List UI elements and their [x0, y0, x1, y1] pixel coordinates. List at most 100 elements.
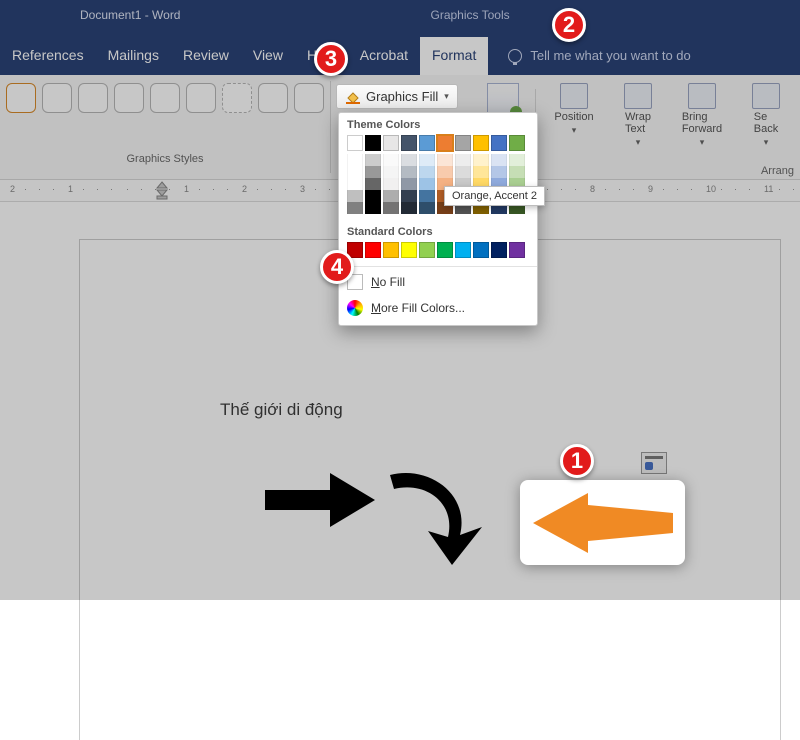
- step-badge-2: 2: [552, 8, 586, 42]
- theme-colors-header: Theme Colors: [339, 113, 537, 135]
- color-swatch[interactable]: [437, 154, 453, 166]
- send-backward-icon: [752, 83, 780, 109]
- group-label-arrange: Arrang: [761, 165, 794, 177]
- color-swatch[interactable]: [419, 154, 435, 166]
- more-colors-item[interactable]: More Fill Colors...: [339, 295, 537, 321]
- color-swatch[interactable]: [383, 202, 399, 214]
- color-swatch[interactable]: [473, 166, 489, 178]
- color-swatch[interactable]: [365, 166, 381, 178]
- tab-references[interactable]: References: [0, 37, 96, 75]
- send-backward-button[interactable]: Se Back ▾: [740, 83, 792, 177]
- color-swatch[interactable]: [455, 242, 471, 258]
- ruler-tick: 11: [764, 184, 773, 194]
- standard-color-row: [339, 242, 537, 264]
- graphics-fill-button[interactable]: Graphics Fill ▾: [336, 84, 458, 109]
- color-swatch[interactable]: [419, 190, 435, 202]
- color-swatch[interactable]: [401, 166, 417, 178]
- color-swatch[interactable]: [491, 135, 507, 151]
- ruler-tick: 1: [184, 184, 189, 194]
- color-swatch[interactable]: [419, 135, 435, 151]
- group-label-styles: Graphics Styles: [6, 153, 324, 165]
- color-swatch[interactable]: [347, 190, 363, 202]
- color-swatch[interactable]: [509, 166, 525, 178]
- color-swatch[interactable]: [383, 178, 399, 190]
- color-swatch[interactable]: [401, 135, 417, 151]
- color-swatch[interactable]: [491, 166, 507, 178]
- standard-colors-header: Standard Colors: [339, 220, 537, 242]
- color-swatch[interactable]: [419, 242, 435, 258]
- color-swatch[interactable]: [365, 202, 381, 214]
- no-fill-item[interactable]: No Fill: [339, 269, 537, 295]
- style-thumb[interactable]: [78, 83, 108, 113]
- style-thumb[interactable]: [222, 83, 252, 113]
- color-swatch[interactable]: [347, 135, 363, 151]
- color-swatch[interactable]: [509, 154, 525, 166]
- color-swatch[interactable]: [491, 154, 507, 166]
- shape-arrows: [260, 445, 520, 570]
- color-swatch[interactable]: [347, 202, 363, 214]
- color-swatch[interactable]: [401, 190, 417, 202]
- color-swatch[interactable]: [365, 135, 381, 151]
- color-swatch[interactable]: [455, 154, 471, 166]
- style-thumb[interactable]: [294, 83, 324, 113]
- color-swatch[interactable]: [347, 178, 363, 190]
- step-badge-3: 3: [314, 42, 348, 76]
- style-thumb[interactable]: [114, 83, 144, 113]
- color-swatch[interactable]: [365, 190, 381, 202]
- color-swatch[interactable]: [401, 154, 417, 166]
- tab-format[interactable]: Format: [420, 37, 488, 75]
- bring-forward-label: Bring Forward: [682, 111, 722, 135]
- color-swatch[interactable]: [473, 242, 489, 258]
- color-swatch[interactable]: [455, 166, 471, 178]
- color-swatch[interactable]: [383, 135, 399, 151]
- ruler-tick: 10: [706, 184, 716, 194]
- color-swatch[interactable]: [383, 242, 399, 258]
- tab-mailings[interactable]: Mailings: [96, 37, 171, 75]
- color-swatch[interactable]: [437, 135, 453, 151]
- tab-review[interactable]: Review: [171, 37, 241, 75]
- color-swatch[interactable]: [419, 166, 435, 178]
- color-swatch[interactable]: [509, 242, 525, 258]
- bring-forward-button[interactable]: Bring Forward ▾: [676, 83, 728, 177]
- lightbulb-icon: [508, 49, 522, 63]
- color-swatch[interactable]: [401, 242, 417, 258]
- color-swatch[interactable]: [347, 154, 363, 166]
- color-swatch[interactable]: [383, 166, 399, 178]
- position-button[interactable]: Position ▾: [548, 83, 600, 177]
- indent-marker-icon[interactable]: [155, 180, 169, 200]
- color-swatch[interactable]: [365, 154, 381, 166]
- fill-color-panel: Theme Colors Standard Colors No Fill Mor…: [338, 112, 538, 326]
- layout-options-icon[interactable]: [641, 452, 667, 474]
- color-swatch[interactable]: [455, 135, 471, 151]
- tell-me-search[interactable]: Tell me what you want to do: [508, 48, 690, 75]
- style-thumb[interactable]: [150, 83, 180, 113]
- step-badge-4: 4: [320, 250, 354, 284]
- style-thumb[interactable]: [42, 83, 72, 113]
- chevron-down-icon: ▾: [700, 137, 705, 148]
- color-swatch[interactable]: [509, 135, 525, 151]
- color-swatch[interactable]: [365, 178, 381, 190]
- color-swatch[interactable]: [401, 202, 417, 214]
- tab-acrobat[interactable]: Acrobat: [348, 37, 420, 75]
- color-swatch[interactable]: [419, 202, 435, 214]
- tab-view[interactable]: View: [241, 37, 295, 75]
- selected-shape[interactable]: [520, 480, 685, 565]
- color-swatch[interactable]: [419, 178, 435, 190]
- color-swatch[interactable]: [473, 135, 489, 151]
- color-swatch[interactable]: [401, 178, 417, 190]
- color-swatch[interactable]: [365, 242, 381, 258]
- wrap-text-button[interactable]: Wrap Text ▾: [612, 83, 664, 177]
- color-swatch[interactable]: [473, 154, 489, 166]
- color-swatch[interactable]: [437, 242, 453, 258]
- theme-color-row: [339, 135, 537, 151]
- style-thumb[interactable]: [258, 83, 288, 113]
- style-thumb[interactable]: [6, 83, 36, 113]
- color-swatch[interactable]: [383, 190, 399, 202]
- graphics-styles-group: Graphics Styles: [0, 75, 330, 179]
- color-swatch[interactable]: [437, 166, 453, 178]
- color-swatch[interactable]: [491, 242, 507, 258]
- color-swatch[interactable]: [347, 166, 363, 178]
- wrap-text-icon: [624, 83, 652, 109]
- style-thumb[interactable]: [186, 83, 216, 113]
- color-swatch[interactable]: [383, 154, 399, 166]
